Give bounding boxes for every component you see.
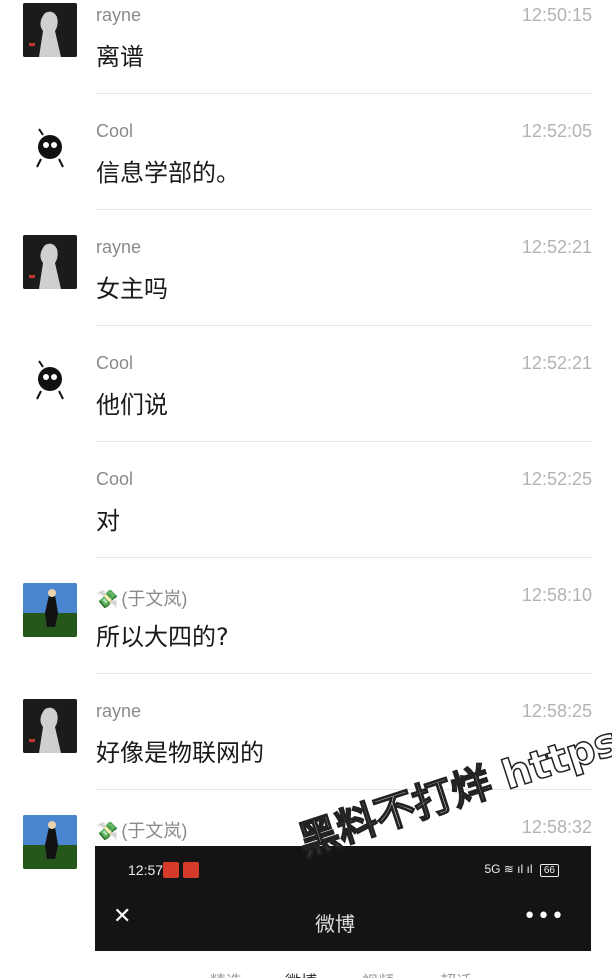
divider [96, 557, 592, 558]
sender-name: 💸 (于文岚) [96, 821, 188, 841]
message-row[interactable]: rayne 12:50:15 离谱 [0, 0, 612, 116]
sender-name: rayne [96, 237, 142, 257]
embed-tab-bar: 精选 微博 视频 超话 [0, 960, 612, 978]
sender-name: 💸 (于文岚) [96, 589, 188, 609]
avatar[interactable] [23, 815, 77, 869]
divider [96, 325, 592, 326]
message-text: 他们说 [96, 391, 168, 419]
timestamp: 12:58:32 [521, 817, 592, 837]
status-time: 12:57 [128, 862, 164, 878]
image-message[interactable]: 12:57 5G ≋ ıl ıl 66 ✕ 微博 ••• [95, 846, 591, 951]
message-row[interactable]: Cool 12:52:21 他们说 [0, 348, 612, 464]
timestamp: 12:52:21 [521, 353, 592, 373]
message-row[interactable]: Cool 12:52:25 对 [0, 464, 612, 580]
avatar[interactable] [23, 583, 77, 637]
message-text: 女主吗 [96, 275, 168, 303]
divider [96, 673, 592, 674]
money-icon: 💸 [96, 589, 119, 609]
signal-icon: 5G ≋ ıl ıl [484, 862, 533, 876]
tab-label: 精选 [210, 968, 242, 978]
message-text: 离谱 [96, 43, 144, 71]
timestamp: 12:52:21 [521, 237, 592, 257]
timestamp: 12:52:05 [521, 121, 592, 141]
message-row[interactable]: rayne 12:52:21 女主吗 [0, 232, 612, 348]
tab-label: 超话 [440, 968, 472, 978]
divider [96, 209, 592, 210]
sender-name: Cool [96, 121, 134, 141]
message-text: 好像是物联网的 [96, 739, 264, 767]
tab-label: 微博 [285, 968, 317, 978]
divider [96, 93, 592, 94]
sender-name: rayne [96, 701, 142, 721]
sender-name: Cool [96, 469, 134, 489]
message-text: 信息学部的。 [96, 159, 240, 187]
message-text: 所以大四的? [96, 623, 229, 651]
notification-icon [163, 862, 179, 878]
timestamp: 12:58:10 [521, 585, 592, 605]
avatar[interactable] [23, 119, 77, 173]
battery-icon: 66 [539, 864, 559, 877]
divider [96, 441, 592, 442]
message-text: 对 [96, 507, 120, 535]
timestamp: 12:52:25 [521, 469, 592, 489]
close-icon: ✕ [113, 904, 132, 929]
avatar[interactable] [23, 699, 77, 753]
sender-name: Cool [96, 353, 134, 373]
message-row[interactable]: Cool 12:52:05 信息学部的。 [0, 116, 612, 232]
avatar[interactable] [23, 3, 77, 57]
avatar[interactable] [23, 351, 77, 405]
status-bar-right: 5G ≋ ıl ıl 66 [484, 862, 559, 877]
timestamp: 12:50:15 [521, 5, 592, 25]
sender-name: rayne [96, 5, 142, 25]
notification-icon [183, 862, 199, 878]
embed-title: 微博 [315, 912, 355, 936]
avatar[interactable] [23, 235, 77, 289]
money-icon: 💸 [96, 821, 119, 841]
tab-label: 视频 [362, 968, 394, 978]
message-row[interactable]: 💸 (于文岚) 12:58:10 所以大四的? [0, 580, 612, 696]
more-icon: ••• [523, 904, 565, 929]
